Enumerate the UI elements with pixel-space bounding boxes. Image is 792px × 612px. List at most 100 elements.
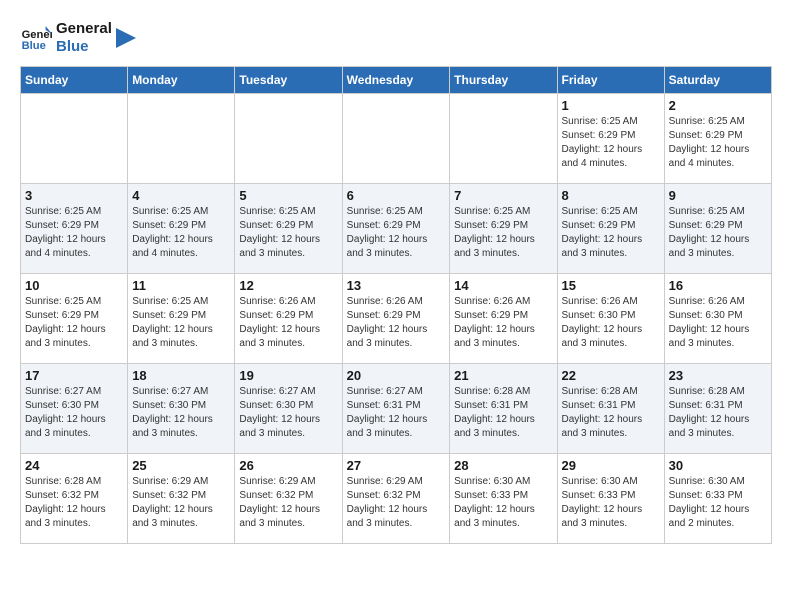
day-number: 24 xyxy=(25,458,123,473)
calendar-cell xyxy=(128,94,235,184)
day-info: Sunrise: 6:27 AM Sunset: 6:30 PM Dayligh… xyxy=(25,385,123,441)
calendar-cell: 1 Sunrise: 6:25 AM Sunset: 6:29 PM Daylig… xyxy=(557,94,664,184)
calendar-cell: 10Sunrise: 6:25 AM Sunset: 6:29 PM Dayli… xyxy=(21,274,128,364)
day-number: 7 xyxy=(454,188,552,203)
day-info: Sunrise: 6:25 AM Sunset: 6:29 PM Dayligh… xyxy=(669,115,767,171)
day-info: Sunrise: 6:30 AM Sunset: 6:33 PM Dayligh… xyxy=(669,475,767,531)
day-number: 23 xyxy=(669,368,767,383)
day-number: 3 xyxy=(25,188,123,203)
day-number: 30 xyxy=(669,458,767,473)
calendar-cell: 21 Sunrise: 6:28 AM Sunset: 6:31 PM Dayli… xyxy=(450,364,557,454)
calendar-header-thursday: Thursday xyxy=(450,67,557,94)
day-info: Sunrise: 6:29 AM Sunset: 6:32 PM Dayligh… xyxy=(132,475,230,531)
day-number: 16 xyxy=(669,278,767,293)
calendar-cell xyxy=(342,94,450,184)
day-number: 19 xyxy=(239,368,337,383)
day-info: Sunrise: 6:25 AM Sunset: 6:29 PM Dayligh… xyxy=(562,205,660,261)
day-number: 21 xyxy=(454,368,552,383)
day-info: Sunrise: 6:25 AM Sunset: 6:29 PM Dayligh… xyxy=(132,295,230,351)
calendar-cell: 13 Sunrise: 6:26 AM Sunset: 6:29 PM Dayli… xyxy=(342,274,450,364)
day-number: 26 xyxy=(239,458,337,473)
calendar-cell: 4 Sunrise: 6:25 AM Sunset: 6:29 PM Daylig… xyxy=(128,184,235,274)
logo-icon: General Blue xyxy=(20,22,52,54)
calendar-cell: 5Sunrise: 6:25 AM Sunset: 6:29 PM Daylig… xyxy=(235,184,342,274)
day-info: Sunrise: 6:26 AM Sunset: 6:29 PM Dayligh… xyxy=(347,295,446,351)
logo-arrow-icon xyxy=(116,28,136,48)
calendar-week-row: 3 Sunrise: 6:25 AM Sunset: 6:29 PM Daylig… xyxy=(21,184,772,274)
logo-general: General xyxy=(56,20,112,38)
calendar-cell xyxy=(450,94,557,184)
calendar-cell: 26 Sunrise: 6:29 AM Sunset: 6:32 PM Dayli… xyxy=(235,454,342,544)
calendar-header-wednesday: Wednesday xyxy=(342,67,450,94)
day-number: 25 xyxy=(132,458,230,473)
day-info: Sunrise: 6:28 AM Sunset: 6:32 PM Dayligh… xyxy=(25,475,123,531)
day-info: Sunrise: 6:27 AM Sunset: 6:30 PM Dayligh… xyxy=(239,385,337,441)
day-info: Sunrise: 6:28 AM Sunset: 6:31 PM Dayligh… xyxy=(669,385,767,441)
day-number: 6 xyxy=(347,188,446,203)
day-info: Sunrise: 6:26 AM Sunset: 6:30 PM Dayligh… xyxy=(669,295,767,351)
day-info: Sunrise: 6:27 AM Sunset: 6:31 PM Dayligh… xyxy=(347,385,446,441)
calendar-cell: 18Sunrise: 6:27 AM Sunset: 6:30 PM Dayli… xyxy=(128,364,235,454)
calendar-cell: 24 Sunrise: 6:28 AM Sunset: 6:32 PM Dayli… xyxy=(21,454,128,544)
calendar-cell: 14 Sunrise: 6:26 AM Sunset: 6:29 PM Dayli… xyxy=(450,274,557,364)
day-number: 28 xyxy=(454,458,552,473)
calendar-cell xyxy=(235,94,342,184)
calendar-cell: 3Sunrise: 6:25 AM Sunset: 6:29 PM Daylig… xyxy=(21,184,128,274)
logo: General Blue General Blue xyxy=(20,20,136,56)
calendar-header-tuesday: Tuesday xyxy=(235,67,342,94)
day-number: 22 xyxy=(562,368,660,383)
day-info: Sunrise: 6:25 AM Sunset: 6:29 PM Dayligh… xyxy=(669,205,767,261)
calendar-header-row: SundayMondayTuesdayWednesdayThursdayFrid… xyxy=(21,67,772,94)
calendar-cell: 7 Sunrise: 6:25 AM Sunset: 6:29 PM Daylig… xyxy=(450,184,557,274)
calendar-header-sunday: Sunday xyxy=(21,67,128,94)
day-info: Sunrise: 6:29 AM Sunset: 6:32 PM Dayligh… xyxy=(347,475,446,531)
day-number: 10 xyxy=(25,278,123,293)
calendar-cell: 27Sunrise: 6:29 AM Sunset: 6:32 PM Dayli… xyxy=(342,454,450,544)
calendar-week-row: 24 Sunrise: 6:28 AM Sunset: 6:32 PM Dayli… xyxy=(21,454,772,544)
calendar-week-row: 17 Sunrise: 6:27 AM Sunset: 6:30 PM Dayli… xyxy=(21,364,772,454)
calendar-cell: 20 Sunrise: 6:27 AM Sunset: 6:31 PM Dayli… xyxy=(342,364,450,454)
day-number: 13 xyxy=(347,278,446,293)
calendar-header-monday: Monday xyxy=(128,67,235,94)
day-number: 1 xyxy=(562,98,660,113)
day-info: Sunrise: 6:26 AM Sunset: 6:30 PM Dayligh… xyxy=(562,295,660,351)
day-info: Sunrise: 6:25 AM Sunset: 6:29 PM Dayligh… xyxy=(562,115,660,171)
day-info: Sunrise: 6:25 AM Sunset: 6:29 PM Dayligh… xyxy=(347,205,446,261)
day-number: 14 xyxy=(454,278,552,293)
day-number: 29 xyxy=(562,458,660,473)
calendar-cell: 25 Sunrise: 6:29 AM Sunset: 6:32 PM Dayli… xyxy=(128,454,235,544)
page-header: General Blue General Blue xyxy=(20,20,772,56)
calendar-cell: 6 Sunrise: 6:25 AM Sunset: 6:29 PM Daylig… xyxy=(342,184,450,274)
calendar-cell: 22Sunrise: 6:28 AM Sunset: 6:31 PM Dayli… xyxy=(557,364,664,454)
calendar-header-saturday: Saturday xyxy=(664,67,771,94)
day-number: 17 xyxy=(25,368,123,383)
calendar-table: SundayMondayTuesdayWednesdayThursdayFrid… xyxy=(20,66,772,544)
day-number: 4 xyxy=(132,188,230,203)
calendar-cell xyxy=(21,94,128,184)
calendar-cell: 23 Sunrise: 6:28 AM Sunset: 6:31 PM Dayli… xyxy=(664,364,771,454)
calendar-cell: 15Sunrise: 6:26 AM Sunset: 6:30 PM Dayli… xyxy=(557,274,664,364)
calendar-header-friday: Friday xyxy=(557,67,664,94)
day-info: Sunrise: 6:25 AM Sunset: 6:29 PM Dayligh… xyxy=(132,205,230,261)
day-number: 12 xyxy=(239,278,337,293)
calendar-week-row: 10 Sunrise: 6:25 AM Sunset: 6:29 PM Dayli… xyxy=(21,274,772,364)
day-info: Sunrise: 6:30 AM Sunset: 6:33 PM Dayligh… xyxy=(454,475,552,531)
calendar-cell: 12 Sunrise: 6:26 AM Sunset: 6:29 PM Dayli… xyxy=(235,274,342,364)
calendar-cell: 11Sunrise: 6:25 AM Sunset: 6:29 PM Dayli… xyxy=(128,274,235,364)
day-info: Sunrise: 6:27 AM Sunset: 6:30 PM Dayligh… xyxy=(132,385,230,441)
calendar-cell: 28 Sunrise: 6:30 AM Sunset: 6:33 PM Dayli… xyxy=(450,454,557,544)
day-info: Sunrise: 6:25 AM Sunset: 6:29 PM Dayligh… xyxy=(239,205,337,261)
svg-text:Blue: Blue xyxy=(22,40,46,52)
day-info: Sunrise: 6:29 AM Sunset: 6:32 PM Dayligh… xyxy=(239,475,337,531)
day-info: Sunrise: 6:25 AM Sunset: 6:29 PM Dayligh… xyxy=(454,205,552,261)
day-info: Sunrise: 6:28 AM Sunset: 6:31 PM Dayligh… xyxy=(454,385,552,441)
day-info: Sunrise: 6:26 AM Sunset: 6:29 PM Dayligh… xyxy=(454,295,552,351)
calendar-cell: 17 Sunrise: 6:27 AM Sunset: 6:30 PM Dayli… xyxy=(21,364,128,454)
calendar-week-row: 1 Sunrise: 6:25 AM Sunset: 6:29 PM Daylig… xyxy=(21,94,772,184)
day-info: Sunrise: 6:26 AM Sunset: 6:29 PM Dayligh… xyxy=(239,295,337,351)
day-number: 2 xyxy=(669,98,767,113)
day-info: Sunrise: 6:30 AM Sunset: 6:33 PM Dayligh… xyxy=(562,475,660,531)
day-number: 8 xyxy=(562,188,660,203)
day-number: 20 xyxy=(347,368,446,383)
calendar-cell: 2 Sunrise: 6:25 AM Sunset: 6:29 PM Daylig… xyxy=(664,94,771,184)
